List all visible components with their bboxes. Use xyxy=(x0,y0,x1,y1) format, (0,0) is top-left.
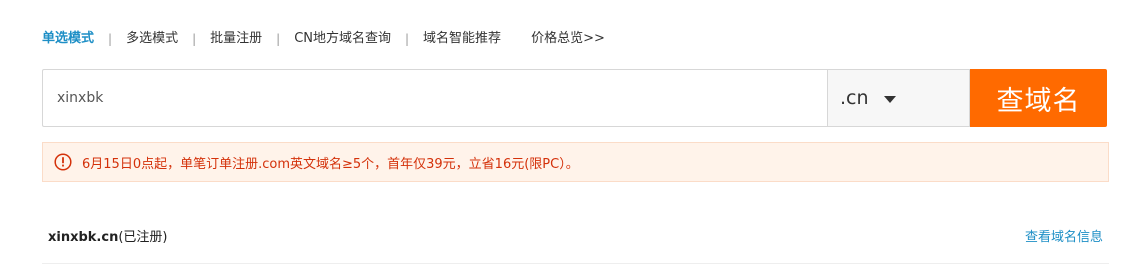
tab-separator: | xyxy=(276,32,281,46)
info-icon xyxy=(54,153,72,171)
search-input-wrapper xyxy=(42,69,827,127)
price-overview-link[interactable]: 价格总览>> xyxy=(531,30,605,48)
domain-search-input[interactable] xyxy=(43,71,827,125)
notice-text: 6月15日0点起，单笔订单注册.com英文域名≥5个，首年仅39元，立省16元(… xyxy=(82,156,579,172)
caret-down-icon xyxy=(883,96,896,103)
tab-separator: | xyxy=(405,32,410,46)
suffix-value: .cn xyxy=(840,87,869,109)
result-status: (已注册) xyxy=(118,230,168,245)
promo-notice: 6月15日0点起，单笔订单注册.com英文域名≥5个，首年仅39元，立省16元(… xyxy=(42,142,1109,182)
result-domain-name: xinxbk.cn xyxy=(48,230,119,245)
result-row: xinxbk.cn(已注册) 查看域名信息 xyxy=(42,218,1109,264)
tab-single-mode[interactable]: 单选模式 xyxy=(42,30,94,48)
view-domain-info-link[interactable]: 查看域名信息 xyxy=(1025,226,1103,245)
tab-batch-register[interactable]: 批量注册 xyxy=(210,30,262,48)
result-domain-label: xinxbk.cn(已注册) xyxy=(48,226,168,245)
tab-smart-recommend[interactable]: 域名智能推荐 xyxy=(423,30,501,48)
search-mode-tabs: 单选模式 | 多选模式 | 批量注册 | CN地方域名查询 | 域名智能推荐 价… xyxy=(42,30,605,48)
domain-search-page: 单选模式 | 多选模式 | 批量注册 | CN地方域名查询 | 域名智能推荐 价… xyxy=(0,0,1134,268)
tab-separator: | xyxy=(108,32,113,46)
tab-cn-regional-query[interactable]: CN地方域名查询 xyxy=(294,30,391,48)
search-domain-button[interactable]: 查域名 xyxy=(970,69,1107,127)
tab-separator: | xyxy=(192,32,197,46)
tab-multi-mode[interactable]: 多选模式 xyxy=(126,30,178,48)
suffix-dropdown[interactable]: .cn xyxy=(827,69,970,127)
domain-search-bar: .cn 查域名 xyxy=(42,69,1109,127)
